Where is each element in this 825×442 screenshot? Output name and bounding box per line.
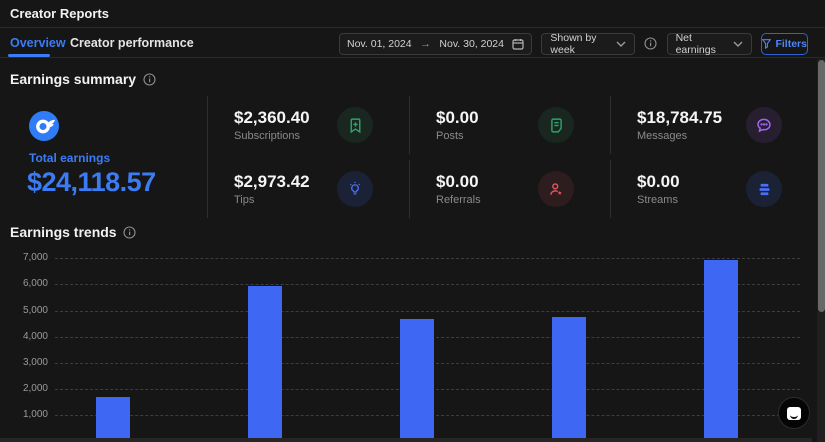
earnings-bar[interactable] xyxy=(552,317,586,442)
stat-label: Posts xyxy=(436,130,479,142)
gridline xyxy=(55,258,800,259)
date-range-picker[interactable]: Nov. 01, 2024 → Nov. 30, 2024 xyxy=(339,33,532,55)
viewport-bottom-edge xyxy=(0,438,812,442)
stat-value: $0.00 xyxy=(436,108,479,128)
stat-value: $0.00 xyxy=(637,172,680,192)
y-axis-tick-label: 1,000 xyxy=(0,409,48,420)
stacked-streams-icon xyxy=(746,171,782,207)
earnings-trends-header: Earnings trends xyxy=(10,224,137,240)
y-axis-tick-label: 7,000 xyxy=(0,252,48,263)
shown-by-value: Shown by week xyxy=(550,32,616,56)
y-axis-tick-label: 5,000 xyxy=(0,305,48,316)
stat-subscriptions: $2,360.40 Subscriptions xyxy=(208,96,409,154)
info-icon[interactable] xyxy=(644,37,658,51)
info-icon[interactable] xyxy=(142,72,156,86)
stat-posts: $0.00 Posts xyxy=(409,96,610,154)
earnings-summary-title: Earnings summary xyxy=(10,71,136,87)
earnings-bar[interactable] xyxy=(400,319,434,442)
date-end[interactable]: Nov. 30, 2024 xyxy=(439,38,504,50)
total-earnings-value: $24,118.57 xyxy=(27,167,156,198)
metric-value: Net earnings xyxy=(676,32,734,56)
bookmark-plus-icon xyxy=(337,107,373,143)
filters-label: Filters xyxy=(775,38,807,50)
stat-label: Messages xyxy=(637,130,722,142)
stat-value: $0.00 xyxy=(436,172,481,192)
creator-reports-page: Creator Reports Overview Creator perform… xyxy=(0,0,825,442)
y-axis-tick-label: 6,000 xyxy=(0,278,48,289)
messenger-bubble-icon xyxy=(787,407,801,420)
stat-referrals: $0.00 Referrals xyxy=(409,160,610,218)
earnings-bar[interactable] xyxy=(704,260,738,442)
stat-label: Tips xyxy=(234,194,310,206)
total-earnings-label: Total earnings xyxy=(29,151,110,165)
stat-label: Subscriptions xyxy=(234,130,310,142)
earnings-trends-title: Earnings trends xyxy=(10,224,117,240)
calendar-icon[interactable] xyxy=(512,38,524,50)
chat-launcher-button[interactable] xyxy=(778,397,810,429)
metric-select[interactable]: Net earnings xyxy=(667,33,753,55)
stat-label: Referrals xyxy=(436,194,481,206)
y-axis-tick-label: 2,000 xyxy=(0,383,48,394)
lightbulb-icon xyxy=(337,171,373,207)
funnel-icon xyxy=(762,39,771,49)
user-star-icon xyxy=(538,171,574,207)
gridline xyxy=(55,284,800,285)
stat-value: $2,360.40 xyxy=(234,108,310,128)
document-icon xyxy=(538,107,574,143)
tab-overview[interactable]: Overview xyxy=(10,36,66,50)
earnings-bar[interactable] xyxy=(248,286,282,442)
earnings-bar[interactable] xyxy=(96,397,130,442)
date-start[interactable]: Nov. 01, 2024 xyxy=(347,38,412,50)
report-toolbar: Nov. 01, 2024 → Nov. 30, 2024 Shown by w… xyxy=(339,32,808,55)
tab-creator-performance[interactable]: Creator performance xyxy=(70,36,194,50)
y-axis-tick-label: 3,000 xyxy=(0,357,48,368)
stat-tips: $2,973.42 Tips xyxy=(208,160,409,218)
stat-messages: $18,784.75 Messages xyxy=(610,96,818,154)
chevron-down-icon xyxy=(733,41,743,47)
page-title: Creator Reports xyxy=(10,6,109,21)
y-axis-tick-label: 4,000 xyxy=(0,331,48,342)
earnings-trends-chart: 1,000 2,000 3,000 4,000 5,000 6,000 7,000 xyxy=(0,248,812,442)
gridline xyxy=(55,311,800,312)
earnings-stats-grid: $2,360.40 Subscriptions $0.00 Posts $18,… xyxy=(207,96,817,218)
arrow-right-icon: → xyxy=(420,38,431,50)
stat-value: $2,973.42 xyxy=(234,172,310,192)
header-divider xyxy=(0,27,825,28)
stat-streams: $0.00 Streams xyxy=(610,160,818,218)
earnings-summary-header: Earnings summary xyxy=(10,71,156,87)
chevron-down-icon xyxy=(616,41,626,47)
stat-value: $18,784.75 xyxy=(637,108,722,128)
filters-button[interactable]: Filters xyxy=(761,33,808,55)
vertical-scrollbar-thumb[interactable] xyxy=(818,60,825,312)
stat-label: Streams xyxy=(637,194,680,206)
tabs-divider xyxy=(0,57,825,58)
chat-bubble-dots-icon xyxy=(746,107,782,143)
onlyfans-logo xyxy=(29,111,59,141)
shown-by-select[interactable]: Shown by week xyxy=(541,33,635,55)
info-icon[interactable] xyxy=(123,225,137,239)
